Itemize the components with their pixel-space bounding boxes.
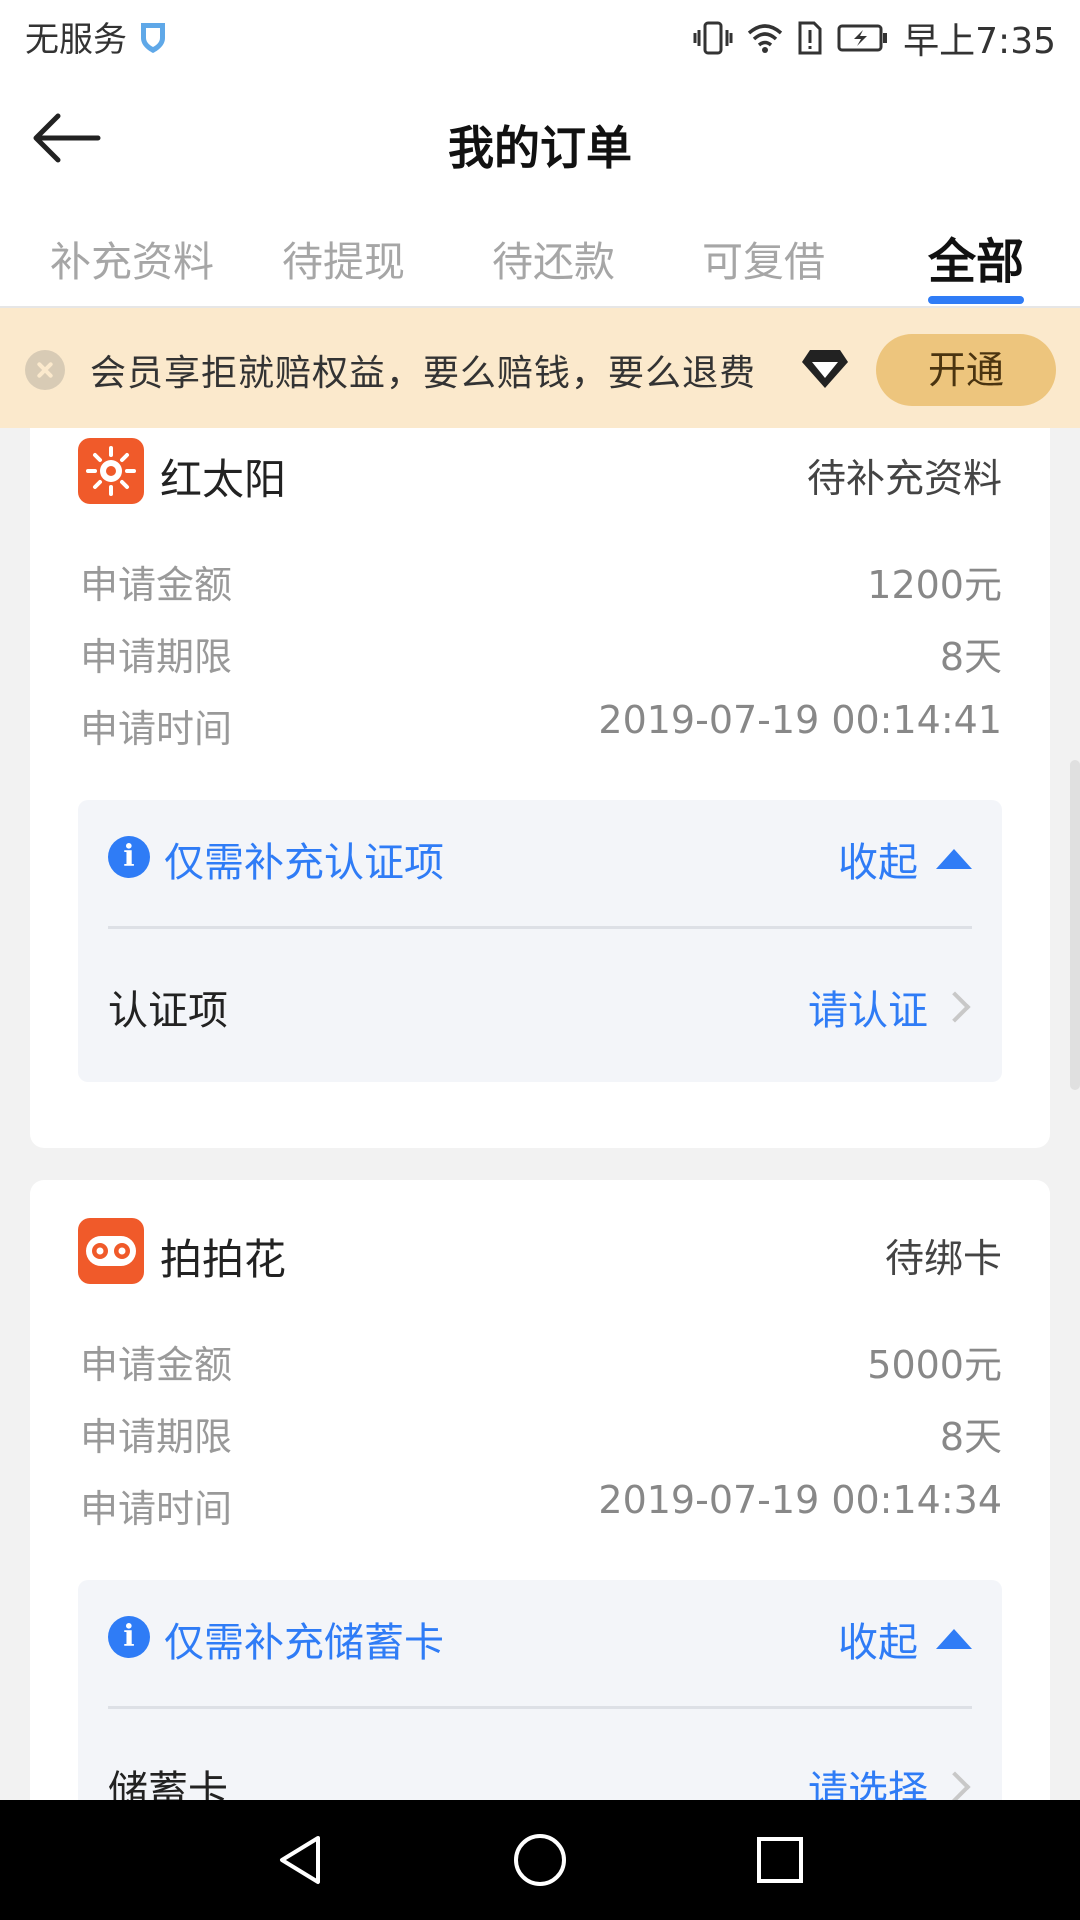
tab-pending-repay[interactable]: 待还款 <box>492 228 615 288</box>
membership-banner: 会员享拒就赔权益，要么赔钱，要么退费 开通 <box>0 308 1080 428</box>
supplement-info-box: i 仅需补充认证项 收起 认证项 请认证 <box>78 800 1002 1082</box>
amount-value: 5000元 <box>867 1343 1002 1387</box>
chevron-right-icon <box>939 1771 971 1803</box>
active-tab-indicator <box>928 296 1024 304</box>
home-circle-icon[interactable] <box>510 1830 570 1890</box>
app-name: 拍拍花 <box>160 1235 287 1284</box>
vibrate-icon <box>693 21 733 55</box>
time-value: 2019-07-19 00:14:41 <box>598 698 1002 742</box>
order-card[interactable]: 拍拍花 待绑卡 申请金额 5000元 申请期限 8天 申请时间 2019-07-… <box>30 1180 1050 1862</box>
status-bar: 无服务 早上7:35 <box>0 0 1080 76</box>
collapse-button[interactable]: 收起 <box>838 1610 972 1668</box>
order-status: 待补充资料 <box>806 457 1002 502</box>
tab-all[interactable]: 全部 <box>928 222 1024 292</box>
order-card[interactable]: 红太阳 待补充资料 申请金额 1200元 申请期限 8天 申请时间 2019-0… <box>30 428 1050 1148</box>
time-label: 申请时间 <box>80 707 233 751</box>
red-sun-app-icon <box>78 438 144 504</box>
divider <box>108 1706 972 1709</box>
time-value: 2019-07-19 00:14:34 <box>598 1478 1002 1522</box>
info-icon: i <box>108 836 150 878</box>
shield-icon <box>141 22 165 53</box>
triangle-up-icon <box>936 1629 972 1649</box>
recents-square-icon[interactable] <box>750 1830 810 1890</box>
close-icon[interactable] <box>25 350 65 390</box>
tab-reborrow[interactable]: 可复借 <box>702 228 825 288</box>
app-name: 红太阳 <box>160 455 287 504</box>
scrollbar[interactable] <box>1070 760 1080 1090</box>
paipaihua-app-icon <box>78 1218 144 1284</box>
term-label: 申请期限 <box>80 635 233 679</box>
time-label: 申请时间 <box>80 1487 233 1531</box>
triangle-up-icon <box>936 849 972 869</box>
page-title: 我的订单 <box>448 121 632 175</box>
order-status: 待绑卡 <box>884 1237 1002 1282</box>
chevron-right-icon <box>939 991 971 1023</box>
back-triangle-icon[interactable] <box>270 1830 330 1890</box>
amount-label: 申请金额 <box>80 563 233 607</box>
battery-icon <box>837 24 888 52</box>
info-title: 仅需补充储蓄卡 <box>164 1620 444 1666</box>
verify-button[interactable]: 请认证 <box>808 978 971 1036</box>
term-value: 8天 <box>939 1415 1002 1459</box>
banner-text: 会员享拒就赔权益，要么赔钱，要么退费 <box>90 353 757 394</box>
sim-alert-icon <box>798 21 822 55</box>
collapse-button[interactable]: 收起 <box>838 830 972 888</box>
collapse-label: 收起 <box>838 1620 918 1666</box>
tab-supplement[interactable]: 补充资料 <box>50 228 214 288</box>
order-tabs: 补充资料 待提现 待还款 可复借 全部 <box>0 204 1080 308</box>
app-header: 我的订单 <box>0 76 1080 204</box>
clock: 早上7:35 <box>903 21 1056 62</box>
wifi-icon <box>748 24 783 53</box>
info-icon: i <box>108 1616 150 1658</box>
verification-item-label: 认证项 <box>108 988 228 1034</box>
term-value: 8天 <box>939 635 1002 679</box>
amount-label: 申请金额 <box>80 1343 233 1387</box>
collapse-label: 收起 <box>838 840 918 886</box>
tab-pending-withdraw[interactable]: 待提现 <box>282 228 405 288</box>
open-membership-button[interactable]: 开通 <box>876 334 1056 406</box>
amount-value: 1200元 <box>867 563 1002 607</box>
diamond-icon <box>802 350 848 388</box>
info-title: 仅需补充认证项 <box>164 840 444 886</box>
divider <box>108 926 972 929</box>
term-label: 申请期限 <box>80 1415 233 1459</box>
system-nav-bar <box>0 1800 1080 1920</box>
verify-label: 请认证 <box>808 988 928 1034</box>
carrier-label: 无服务 <box>25 20 127 60</box>
